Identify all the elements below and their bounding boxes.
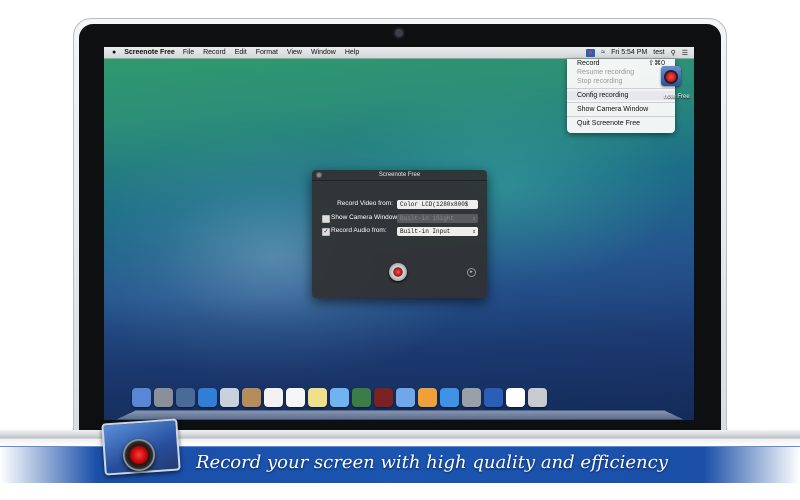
chevron-down-icon: ⇕ <box>472 228 476 235</box>
menu-item-edit[interactable]: Edit <box>235 49 247 56</box>
window-titlebar: Screenote Free <box>312 170 487 181</box>
notification-center-icon[interactable]: ☰ <box>682 49 688 57</box>
screenote-icon[interactable] <box>484 388 503 407</box>
record-audio-checkbox[interactable]: ✓ <box>322 228 330 236</box>
trash-icon[interactable] <box>528 388 547 407</box>
documents-icon[interactable] <box>506 388 525 407</box>
desktop-screen: ● Screenote Free File Record Edit Format… <box>104 47 694 420</box>
camera-icon <box>395 29 403 37</box>
menu-bar: ● Screenote Free File Record Edit Format… <box>104 47 694 59</box>
safari-icon[interactable] <box>198 388 217 407</box>
audio-value: Built-in Input <box>400 228 451 235</box>
preferences-icon[interactable] <box>462 388 481 407</box>
facetime-icon[interactable] <box>352 388 371 407</box>
screenote-desktop-icon <box>661 66 681 86</box>
screenote-app-icon <box>101 418 181 481</box>
menu-item-record[interactable]: Record <box>203 49 226 56</box>
record-video-select[interactable]: Color LCD(1280x800$ <box>397 200 478 209</box>
screenote-status-icon[interactable] <box>586 48 596 57</box>
show-camera-label: Show Camera Window: <box>331 214 399 221</box>
menu-separator <box>567 102 675 103</box>
menu-quit[interactable]: Quit Screenote Free <box>567 119 675 128</box>
camera-value: Built-in iSight <box>400 215 455 222</box>
user-name[interactable]: test <box>653 49 664 56</box>
record-audio-label: Record Audio from: <box>331 227 387 234</box>
books-icon[interactable] <box>418 388 437 407</box>
finder-icon[interactable] <box>132 388 151 407</box>
camera-select: Built-in iSight ⇕ <box>397 214 478 223</box>
show-camera-checkbox[interactable] <box>322 215 330 223</box>
launchpad-icon[interactable] <box>154 388 173 407</box>
menu-item-view[interactable]: View <box>287 49 302 56</box>
menu-extras: ≈ Fri 5:54 PM test ⚲ ☰ <box>580 47 688 58</box>
desktop-icon-label: note Free <box>664 94 690 100</box>
itunes-icon[interactable] <box>396 388 415 407</box>
menu-separator <box>567 116 675 117</box>
notes-icon[interactable] <box>308 388 327 407</box>
dock-shelf <box>115 410 685 420</box>
window-title: Screenote Free <box>378 172 421 178</box>
record-video-label: Record Video from: <box>337 200 393 207</box>
record-video-value: Color LCD(1280x800$ <box>400 201 469 208</box>
menu-item-file[interactable]: File <box>183 49 194 56</box>
chevron-down-icon: ⇕ <box>472 215 476 222</box>
contacts-icon[interactable] <box>242 388 261 407</box>
banner-tagline: Record your screen with high quality and… <box>196 452 668 473</box>
screenote-window: Screenote Free Record Video from: Color … <box>312 170 487 298</box>
record-button[interactable] <box>389 263 407 281</box>
photo-booth-icon[interactable] <box>374 388 393 407</box>
dock-icons <box>132 388 550 407</box>
wifi-icon[interactable]: ≈ <box>601 49 605 56</box>
audio-select[interactable]: Built-in Input ⇕ <box>397 227 478 236</box>
reminders-icon[interactable] <box>286 388 305 407</box>
menu-item-help[interactable]: Help <box>345 49 359 56</box>
dock <box>115 386 685 420</box>
apple-menu-icon[interactable]: ● <box>112 49 116 56</box>
messages-icon[interactable] <box>330 388 349 407</box>
mail-icon[interactable] <box>220 388 239 407</box>
menu-app-name[interactable]: Screenote Free <box>124 49 175 56</box>
menu-config-recording[interactable]: Config recording <box>567 91 675 100</box>
camera-lens-icon <box>123 439 155 471</box>
menu-item-format[interactable]: Format <box>256 49 278 56</box>
menu-record-label: Record <box>577 60 600 67</box>
mission-control-icon[interactable] <box>176 388 195 407</box>
menu-item-window[interactable]: Window <box>311 49 336 56</box>
desktop-app-icon[interactable] <box>655 66 685 92</box>
app-store-icon[interactable] <box>440 388 459 407</box>
menu-show-camera-window[interactable]: Show Camera Window <box>567 105 675 114</box>
clock[interactable]: Fri 5:54 PM <box>611 49 647 56</box>
spotlight-icon[interactable]: ⚲ <box>671 49 676 57</box>
calendar-icon[interactable] <box>264 388 283 407</box>
next-arrow-button[interactable]: ▸ <box>467 268 476 277</box>
close-button[interactable] <box>316 172 322 178</box>
